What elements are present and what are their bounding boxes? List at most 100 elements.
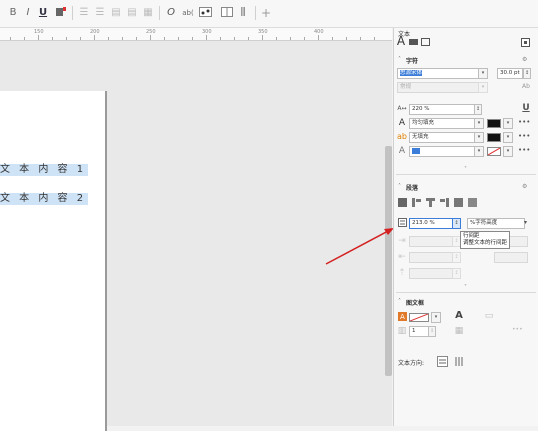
annotation-arrow: [325, 228, 394, 265]
collapse-caret-icon[interactable]: ˄: [398, 56, 401, 63]
character-tab-icon[interactable]: A: [396, 35, 406, 47]
fill-type-field[interactable]: 均匀填充: [409, 118, 475, 129]
columns-icon[interactable]: [221, 6, 233, 20]
text-direction-icon[interactable]: ⫼: [237, 6, 249, 20]
frame-fill-icon: A: [397, 312, 407, 324]
bullet-list-icon[interactable]: ☰: [78, 6, 90, 20]
bold-button[interactable]: B: [8, 6, 18, 20]
collapse-caret-icon[interactable]: ˄: [398, 298, 401, 305]
frame-header: 图文框: [406, 300, 425, 307]
align-right-icon[interactable]: [439, 198, 449, 210]
background-fill-icon: ab: [397, 132, 407, 141]
scale-spinner[interactable]: ↕: [474, 104, 482, 115]
align-force-icon[interactable]: [467, 198, 477, 210]
paragraph-options-icon[interactable]: ⚙: [522, 183, 527, 190]
first-indent-field[interactable]: [409, 236, 453, 247]
align-left-icon[interactable]: [411, 198, 421, 210]
horizontal-direction-icon[interactable]: [436, 356, 448, 370]
align-none-icon[interactable]: [397, 198, 407, 210]
spacing-unit-field[interactable]: %字符高度: [467, 218, 525, 229]
panel-settings-icon[interactable]: [520, 38, 530, 50]
space-after-field[interactable]: [494, 252, 528, 263]
frame-more-icon[interactable]: •••: [512, 326, 523, 333]
outline-width-dropdown[interactable]: ▾: [474, 146, 484, 157]
fill-type-icon: A: [398, 118, 406, 128]
paragraph-tab-icon[interactable]: [408, 38, 418, 49]
background-color-dropdown[interactable]: ▾: [503, 132, 513, 143]
space-before-icon: ⇡: [398, 268, 406, 278]
text-line-1[interactable]: 文 本 内 容 1: [0, 164, 89, 176]
expand-character-icon[interactable]: ˅: [464, 166, 467, 173]
line-spacing-tooltip: 行间距 调整文本的行间距: [460, 231, 511, 249]
font-family-field[interactable]: 思源宋体: [397, 68, 479, 79]
horizontal-ruler: 150 200 250 300 350 400: [0, 28, 392, 41]
glyph-icon[interactable]: O: [165, 6, 177, 20]
character-spacing-icon[interactable]: ab(: [181, 6, 195, 20]
left-indent-icon: ⇤: [398, 252, 406, 262]
background-fill-field[interactable]: 无填充: [409, 132, 475, 143]
outline-color-dropdown[interactable]: ▾: [503, 146, 513, 157]
fill-color-swatch[interactable]: [487, 119, 501, 128]
columns-count-field[interactable]: 1: [409, 326, 429, 337]
underline-button[interactable]: U: [38, 6, 48, 20]
align-icon[interactable]: ▦: [142, 6, 154, 20]
outline-more-icon[interactable]: •••: [518, 146, 530, 154]
tooltip-title: 行间距: [463, 233, 480, 239]
formatting-toolbar: B I U ☰ ☰ ▤ ▤ ▦ O ab( ⫼ +: [0, 0, 538, 28]
frame-tab-icon[interactable]: [420, 38, 430, 49]
plus-button[interactable]: +: [260, 6, 272, 20]
fill-more-icon[interactable]: •••: [518, 118, 530, 126]
font-size-field[interactable]: 30.0 pt: [497, 68, 523, 79]
collapse-caret-icon[interactable]: ˄: [398, 183, 401, 190]
outdent-icon[interactable]: ▤: [126, 6, 138, 20]
columns-count-spinner[interactable]: ↕: [428, 326, 436, 337]
highlight-icon[interactable]: [55, 6, 67, 20]
vertical-direction-icon[interactable]: [452, 356, 464, 370]
column-spacing-icon[interactable]: ▦: [454, 326, 464, 336]
outline-color-swatch[interactable]: [487, 147, 501, 156]
font-family-dropdown[interactable]: ▾: [478, 68, 488, 79]
paragraph-header: 段落: [406, 185, 419, 192]
first-indent-icon: ⇥: [398, 236, 406, 246]
numbered-list-icon[interactable]: ☰: [94, 6, 106, 20]
background-color-swatch[interactable]: [487, 133, 501, 142]
background-more-icon[interactable]: •••: [518, 132, 530, 140]
text-line-2[interactable]: 文 本 内 容 2: [0, 193, 89, 205]
fill-type-dropdown[interactable]: ▾: [474, 118, 484, 129]
align-center-icon[interactable]: [425, 198, 435, 210]
font-size-spinner[interactable]: ↕: [523, 68, 531, 79]
left-indent-spinner[interactable]: ↕: [452, 252, 461, 263]
document-page[interactable]: 文 本 内 容 1 文 本 内 容 2: [0, 91, 107, 431]
tooltip-description: 调整文本的行间距: [463, 240, 508, 246]
italic-button[interactable]: I: [23, 6, 33, 20]
character-header: 字符: [406, 58, 419, 65]
font-style-dropdown[interactable]: ▾: [478, 82, 488, 93]
font-style-field[interactable]: 常规: [397, 82, 479, 93]
space-before-field[interactable]: [409, 268, 453, 279]
spacing-unit-dropdown[interactable]: ▾: [524, 219, 527, 226]
indent-icon[interactable]: ▤: [110, 6, 122, 20]
line-spacing-spinner[interactable]: ↕: [452, 218, 461, 229]
scale-field[interactable]: 220 %: [409, 104, 475, 115]
text-properties-panel: 文本 A ˄ 字符 ⚙ 思源宋体 ▾ 30.0 pt ↕ 常规 ▾ Ab A↔ …: [393, 28, 538, 426]
outline-icon: A: [398, 146, 406, 156]
outline-width-field[interactable]: [409, 146, 475, 157]
background-fill-dropdown[interactable]: ▾: [474, 132, 484, 143]
frame-size-icon[interactable]: ▭: [484, 311, 494, 321]
left-indent-field[interactable]: [409, 252, 453, 263]
font-family-value: 思源宋体: [400, 70, 423, 76]
text-on-path-icon[interactable]: [199, 6, 212, 20]
character-options-icon[interactable]: ⚙: [522, 56, 527, 63]
svg-text:A: A: [400, 313, 405, 321]
frame-text-icon[interactable]: A: [454, 311, 464, 321]
scale-icon: A↔: [397, 105, 407, 112]
fill-color-dropdown[interactable]: ▾: [503, 118, 513, 129]
align-justify-icon[interactable]: [453, 198, 463, 210]
line-spacing-field[interactable]: 213.0 %: [409, 218, 453, 229]
space-before-spinner[interactable]: ↕: [452, 268, 461, 279]
text-case-icon[interactable]: Ab: [522, 83, 530, 90]
frame-color-swatch[interactable]: [409, 313, 429, 322]
underline-style-icon[interactable]: U: [521, 103, 531, 113]
frame-color-dropdown[interactable]: ▾: [431, 312, 441, 323]
expand-paragraph-icon[interactable]: ˅: [464, 284, 467, 291]
